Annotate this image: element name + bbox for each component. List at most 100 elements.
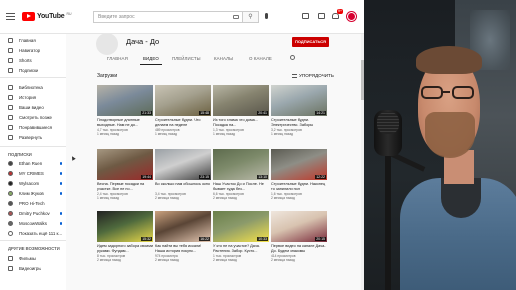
library-icon [8,85,13,90]
other-heading: ДРУГИЕ ВОЗМОЖНОСТИ [8,246,60,251]
sidebar-item-4[interactable]: Библиотека [0,83,66,92]
video-thumbnail[interactable]: 16:22 [155,211,211,242]
sidebar-item-label: Подписки [19,68,39,73]
keyboard-icon[interactable] [233,15,239,19]
video-age: 1 месяц назад [213,132,235,136]
video-thumbnail[interactable]: 15:32 [97,211,153,242]
subscription-label: Dmitry Puchkov [19,211,50,216]
subscription-item-4[interactable]: PRO Hi-Tech [0,199,66,208]
sort-label: УПОРЯДОЧИТЬ [299,73,334,78]
uploads-heading: Загрузки [97,73,118,79]
video-title[interactable]: Из того хлама что дома... Посадка на... [213,118,269,127]
subscribe-button[interactable]: ПОДПИСАТЬСЯ [292,37,329,47]
video-card[interactable]: 13:10 Наш Участок До и После. Не бывает х… [213,149,269,200]
subscription-item-6[interactable]: MoscowWalks [0,219,66,228]
video-thumbnail[interactable]: 14:21 [271,85,327,116]
video-card[interactable]: 20:41 Из того хлама что дома... Посадка н… [213,85,269,136]
video-thumbnail[interactable]: 19:44 [97,149,153,180]
new-content-dot [59,182,62,185]
video-title[interactable]: Как найти вы тебя искали! Наша история п… [155,244,211,253]
video-title[interactable]: Идем задорного забора своими руками. Фун… [97,244,153,253]
subscription-item-3[interactable]: Клим Жуков [0,189,66,198]
apps-icon[interactable] [318,13,325,19]
like-icon [8,125,13,130]
sidebar-item-2[interactable]: Shorts [0,56,66,65]
tab-about[interactable]: О КАНАЛЕ [249,56,272,61]
video-duration: 15:48 [199,111,210,115]
video-card[interactable]: 21:33 Плодотворные длинные выходные. Нам … [97,85,153,136]
video-title[interactable]: Строительные будни. Наконец то запилили … [271,182,327,191]
search-input[interactable]: Введите запрос [93,11,243,23]
new-content-dot [59,162,62,165]
video-thumbnail[interactable]: 20:15 [271,211,327,242]
video-age: 2 месяца назад [97,258,121,262]
video-title[interactable]: Первое видео на канале Дача-До. Будем зн… [271,244,327,253]
video-title[interactable]: У кто не на участке? Дача. Растения. Заб… [213,244,269,253]
gaming-icon [8,266,13,271]
video-title[interactable]: Наш Участок До и После. Не бывает худа б… [213,182,269,191]
video-thumbnail[interactable]: 12:22 [271,149,327,180]
person-beard [425,112,475,158]
sidebar-item-8[interactable]: Понравившиеся [0,123,66,132]
video-thumbnail[interactable]: 13:10 [213,149,269,180]
subscriptions-heading: ПОДПИСКИ [8,152,32,157]
account-avatar[interactable] [347,12,356,21]
sidebar-item-9[interactable]: Развернуть [0,133,66,142]
sidebar-item-1[interactable]: Навигатор [0,46,66,55]
sidebar-item-5[interactable]: История [0,93,66,102]
video-card[interactable]: 23:15 Во сколько нам обошлось окно 3,4 тыс… [155,149,211,200]
video-title[interactable]: Строительные будни. Электричество. Забор… [271,118,327,127]
glasses-lens-left [421,86,443,99]
sort-button[interactable]: УПОРЯДОЧИТЬ [292,73,334,78]
video-title[interactable]: Во сколько нам обошлось окно [155,182,211,191]
tab-channels[interactable]: КАНАЛЫ [214,56,233,61]
sidebar-item-3[interactable]: Подписки [0,66,66,75]
video-card[interactable]: 12:22 Строительные будни. Наконец то запи… [271,149,327,200]
video-card[interactable]: 14:21 Строительные будни. Электричество. … [271,85,327,136]
tab-home[interactable]: ГЛАВНАЯ [107,56,128,61]
channel-search-icon[interactable] [290,55,295,60]
video-title[interactable]: Плодотворные длинные выходные. Нам не до… [97,118,153,127]
video-card[interactable]: 15:32 Идем задорного забора своими руками… [97,211,153,262]
sidebar-item-6[interactable]: Ваши видео [0,103,66,112]
video-card[interactable]: 15:48 Строительные будни. Что делаем на н… [155,85,211,136]
sidebar-item-0[interactable]: Главная [0,36,66,45]
video-duration: 15:32 [141,237,152,241]
tab-videos[interactable]: ВИДЕО [143,56,159,61]
video-thumbnail[interactable]: 20:41 [213,85,269,116]
video-thumbnail[interactable]: 10:33 [213,211,269,242]
subscription-item-0[interactable]: Ethan Ruen [0,159,66,168]
other-item-0[interactable]: Фильмы [0,254,66,263]
create-video-icon[interactable] [302,13,309,19]
video-title[interactable]: Строительные будни. Что делаем на неделе [155,118,211,127]
microphone-icon[interactable] [265,13,268,19]
video-title[interactable]: Весна. Первые посадки на участке. Все не… [97,182,153,191]
video-age: 1 месяц назад [97,132,119,136]
tab-playlists[interactable]: ПЛЕЙЛИСТЫ [172,56,201,61]
video-thumbnail[interactable]: 15:48 [155,85,211,116]
video-card[interactable]: 19:44 Весна. Первые посадки на участке. В… [97,149,153,200]
other-item-1[interactable]: Видеоигры [0,264,66,273]
person-shirt [441,178,481,218]
subscription-item-5[interactable]: Dmitry Puchkov [0,209,66,218]
sidebar-divider-0 [0,77,66,78]
menu-icon[interactable] [6,13,15,20]
video-card[interactable]: 20:15 Первое видео на канале Дача-До. Буд… [271,211,327,262]
video-card[interactable]: 16:22 Как найти вы тебя искали! Наша исто… [155,211,211,262]
person-hair [416,46,482,74]
sidebar-item-7[interactable]: Смотреть позже [0,113,66,122]
search-button[interactable]: ⚲ [243,11,259,23]
youtube-logo[interactable]: YouTube RU [22,12,72,21]
subscription-item-7[interactable]: Показать ещё 111 к... [0,229,66,238]
video-thumbnail[interactable]: 23:15 [155,149,211,180]
notification-badge: 9+ [337,9,343,14]
subscription-item-1[interactable]: MY CRIMES [0,169,66,178]
subscription-item-2[interactable]: Wylsacom [0,179,66,188]
logo-text: YouTube [37,13,65,20]
logo-region: RU [66,11,72,16]
new-content-dot [59,222,62,225]
channel-avatar-icon [8,201,13,206]
video-thumbnail[interactable]: 21:33 [97,85,153,116]
video-card[interactable]: 10:33 У кто не на участке? Дача. Растения… [213,211,269,262]
watch-later-icon [8,115,13,120]
